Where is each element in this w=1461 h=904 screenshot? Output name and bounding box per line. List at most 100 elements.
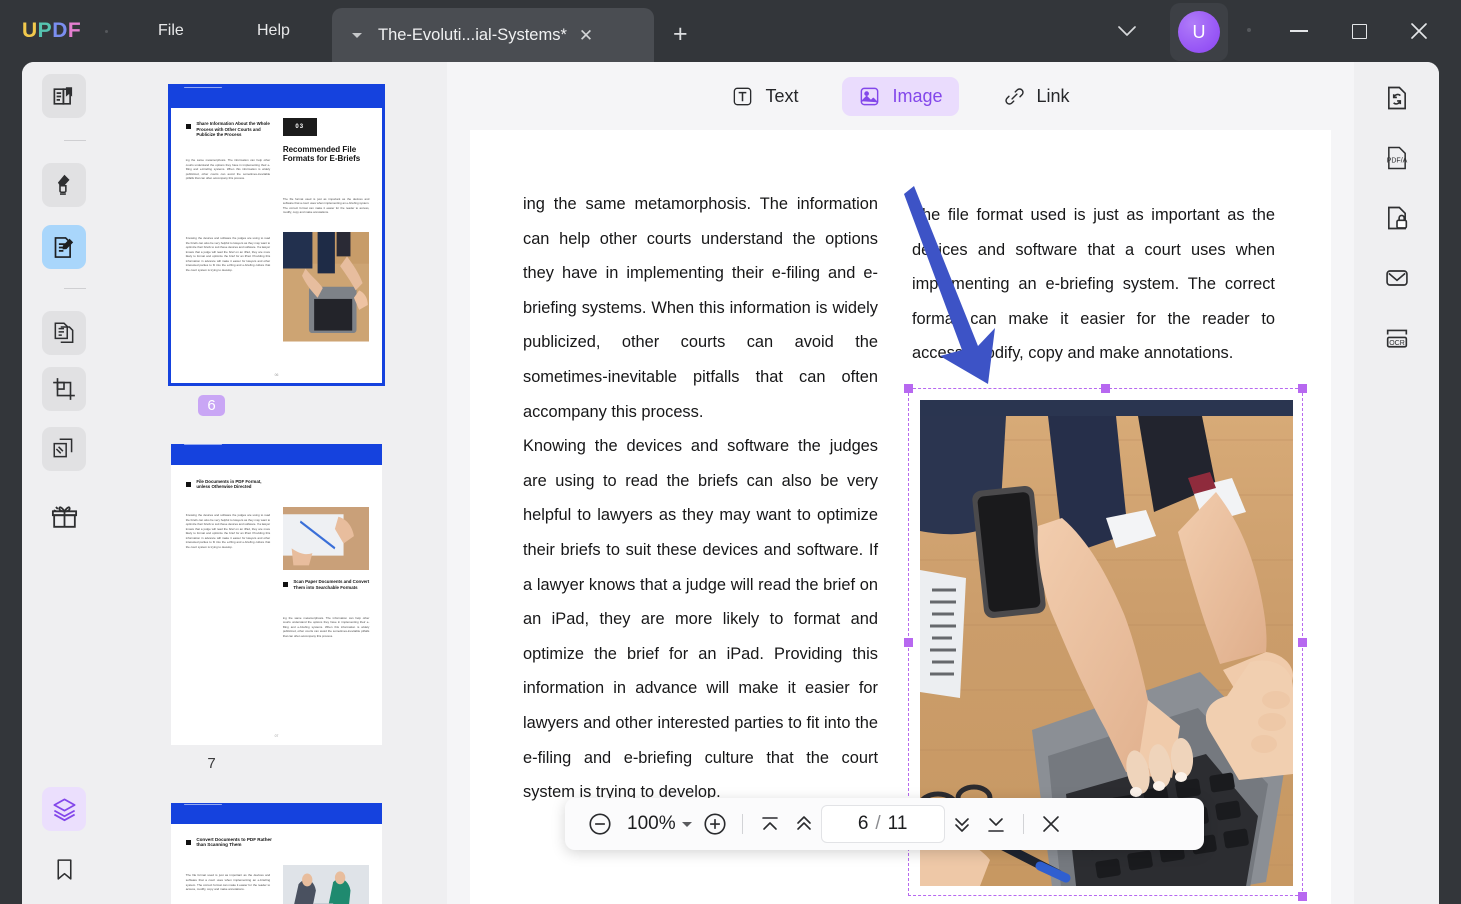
account-button[interactable]: U (1170, 3, 1228, 61)
page-number-input[interactable]: 6 / 11 (820, 805, 945, 843)
toolbar-divider-1 (741, 814, 743, 834)
close-icon[interactable]: ✕ (579, 27, 593, 44)
thumb-left-heading: Convert Documents to PDF Rather than Sca… (196, 836, 272, 848)
email-pdf-icon (1386, 270, 1408, 286)
sidebar-item-pdf-a[interactable]: PDF/A (1376, 137, 1418, 179)
thumb-logo (183, 87, 222, 88)
tab-edit-text[interactable]: Text (715, 77, 814, 116)
maximize-button[interactable] (1338, 14, 1380, 48)
bookmark-icon (56, 858, 72, 880)
thumb-left-heading: File Documents in PDF Format, unless Oth… (196, 478, 262, 490)
thumbnail-page-content: Convert Documents to PDF Rather than Sca… (171, 803, 382, 904)
sidebar-item-reader[interactable] (42, 74, 86, 118)
thumb-logo (183, 444, 222, 445)
thumbnail-page-content: Share Information About the Whole Proces… (171, 87, 382, 383)
tab-edit-image[interactable]: Image (842, 76, 959, 116)
page-separator: / (875, 813, 881, 834)
thumbnail-page-6[interactable]: Share Information About the Whole Proces… (168, 84, 385, 386)
updf-logo: U P D F (22, 19, 81, 43)
zoom-in-button[interactable] (698, 807, 732, 841)
sidebar-item-crop[interactable] (42, 367, 86, 411)
arrow-annotation[interactable] (900, 178, 1030, 398)
logo-letter-p: P (37, 19, 53, 42)
reader-mode-icon (53, 86, 72, 105)
previous-page-icon (796, 816, 811, 830)
thumb-left-body: Knowing the devices and software the jud… (185, 513, 271, 549)
minimize-button[interactable] (1278, 14, 1320, 48)
right-tool-rail: PDF/A OCR (1354, 62, 1439, 904)
chevron-down-icon[interactable] (352, 32, 362, 38)
document-tab[interactable]: The-Evoluti...ial-Systems* ✕ (332, 8, 654, 62)
thumb-right-body: ing the same metamorphosis. The informat… (282, 615, 370, 638)
thumbnail-label-6: 6 (106, 395, 317, 416)
thumb-left-body-2: Knowing the devices and software the jud… (185, 236, 271, 272)
sidebar-item-edit-pdf[interactable] (42, 225, 86, 269)
next-page-button[interactable] (945, 807, 979, 841)
last-page-button[interactable] (979, 807, 1013, 841)
resize-handle-bottom-right[interactable] (1298, 892, 1307, 901)
thumb-header-band (171, 444, 382, 466)
thumbnail-page-7[interactable]: File Documents in PDF Format, unless Oth… (171, 444, 382, 745)
chevron-down-icon[interactable] (1113, 20, 1141, 42)
page-navigation-toolbar: 100% 6 / 11 (565, 798, 1204, 850)
sidebar-item-protect-pdf[interactable] (1376, 197, 1418, 239)
last-page-icon (987, 818, 1004, 832)
sidebar-item-organize-pages[interactable] (42, 311, 86, 355)
tab-edit-link[interactable]: Link (987, 77, 1086, 116)
thumbnail-page-8[interactable]: Convert Documents to PDF Rather than Sca… (171, 803, 382, 904)
thumb-bullet-2 (282, 582, 288, 588)
thumb-left-body: ing the same metamorphosis. The informat… (185, 158, 271, 181)
menu-file[interactable]: File (150, 18, 192, 44)
batch-process-icon (53, 438, 73, 458)
ocr-icon: OCR (1386, 329, 1408, 348)
resize-handle-middle-right[interactable] (1298, 638, 1307, 647)
sidebar-item-batch[interactable] (42, 427, 86, 471)
sidebar-item-bookmark[interactable] (42, 847, 86, 891)
title-separator-dot-2 (1247, 28, 1251, 32)
resize-handle-middle-left[interactable] (904, 638, 913, 647)
tab-title: The-Evoluti...ial-Systems* (378, 25, 567, 44)
current-page-value: 6 (857, 813, 869, 834)
resize-handle-top-center[interactable] (1101, 384, 1110, 393)
thumb-page-number: 06 (274, 372, 279, 377)
thumb-header-band (171, 87, 382, 108)
svg-text:OCR: OCR (1389, 340, 1405, 347)
image-icon (861, 87, 879, 105)
previous-page-button[interactable] (787, 807, 821, 841)
title-bar: U P D F File Help The-Evoluti...ial-Syst… (0, 0, 1461, 62)
menu-help[interactable]: Help (249, 18, 298, 44)
close-icon (1042, 816, 1059, 832)
thumb-section-number: 03 (282, 118, 317, 137)
close-toolbar-button[interactable] (1034, 807, 1068, 841)
thumbnail-label-7: 7 (207, 755, 216, 772)
total-pages-value: 11 (887, 813, 908, 834)
thumb-page-number: 07 (274, 734, 279, 739)
pdf-page[interactable]: ing the same metamorphosis. The informat… (470, 130, 1331, 904)
new-tab-button[interactable]: + (673, 22, 688, 47)
resize-handle-top-left[interactable] (904, 384, 913, 393)
sidebar-item-ocr[interactable]: OCR (1376, 317, 1418, 359)
sidebar-item-email-pdf[interactable] (1376, 257, 1418, 299)
sidebar-item-comment[interactable] (42, 163, 86, 207)
page-left-column[interactable]: ing the same metamorphosis. The informat… (523, 187, 878, 810)
convert-pdf-icon (1388, 86, 1406, 110)
sidebar-item-layers[interactable] (42, 787, 86, 831)
sidebar-item-convert-pdf[interactable] (1376, 77, 1418, 119)
thumb-header-band (171, 803, 382, 824)
sidebar-item-gift[interactable] (42, 494, 86, 538)
thumb-photo (282, 507, 370, 571)
close-icon (1411, 23, 1427, 39)
pdf-a-icon: PDF/A (1387, 146, 1408, 170)
zoom-level-value[interactable]: 100% (627, 813, 676, 835)
layers-icon (52, 797, 76, 821)
resize-handle-top-right[interactable] (1298, 384, 1307, 393)
tab-edit-text-label: Text (765, 85, 799, 106)
logo-letter-u: U (22, 19, 38, 42)
page-thumbnails-panel[interactable]: Share Information About the Whole Proces… (106, 62, 447, 904)
title-separator-dot (105, 30, 108, 33)
first-page-button[interactable] (753, 807, 787, 841)
chevron-down-icon[interactable] (681, 821, 692, 827)
zoom-out-button[interactable] (583, 807, 617, 841)
zoom-out-icon (589, 813, 611, 835)
close-window-button[interactable] (1398, 14, 1440, 48)
